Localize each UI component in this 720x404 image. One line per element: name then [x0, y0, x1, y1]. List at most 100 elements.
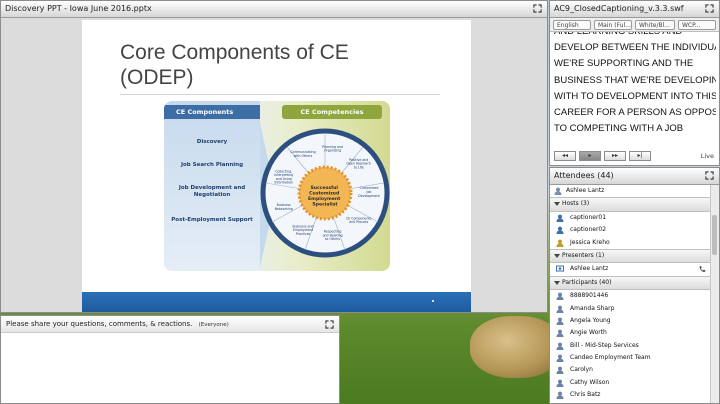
- attendee-name: Jessica Kreho: [570, 238, 610, 246]
- hosts-group-label: Hosts (3): [562, 200, 590, 208]
- presenters-group-header[interactable]: Presenters (1): [550, 248, 711, 264]
- host-user-icon: [556, 226, 564, 235]
- attendees-pod-header: Attendees (44): [550, 168, 719, 185]
- participants-group-label: Participants (40): [562, 278, 612, 286]
- font-select[interactable]: WCP...: [678, 20, 716, 30]
- scrollbar-thumb[interactable]: [712, 215, 717, 255]
- caption-line: TO COMPETING WITH A JOB: [554, 123, 684, 135]
- attendee-row[interactable]: captioner01: [550, 212, 711, 224]
- caption-options-bar: English Main (Ful... White/Bl... WCP...: [550, 18, 719, 32]
- caption-line: BUSINESS THAT WE'RE DEVELOPING: [554, 74, 716, 86]
- attendee-name: Angie Worth: [570, 329, 607, 337]
- attendee-name: Cathy Wilson: [570, 378, 610, 386]
- share-pod: Discovery PPT - Iowa June 2016.pptx Core…: [0, 0, 548, 313]
- attendee-name: Ashlee Lantz: [570, 265, 609, 273]
- caption-line: DEVELOP BETWEEN THE INDIVIDUAL: [554, 42, 716, 54]
- chat-audience[interactable]: (Everyone): [199, 322, 229, 328]
- host-user-icon: [556, 214, 564, 222]
- presenters-group-label: Presenters (1): [562, 251, 605, 259]
- user-icon: [556, 292, 564, 301]
- maximize-icon[interactable]: [705, 171, 714, 180]
- maximize-icon[interactable]: [705, 4, 714, 13]
- component-item: Discovery: [196, 139, 228, 145]
- attendees-count: (44): [597, 171, 614, 180]
- caption-pod-header: AC9_ClosedCaptioning_v.3.3.swf: [550, 1, 719, 18]
- attendees-title: Attendees: [554, 171, 595, 180]
- maximize-icon[interactable]: [533, 4, 542, 13]
- attendee-name: Bill - Mid-Step Services: [570, 341, 639, 349]
- user-icon: [556, 367, 564, 375]
- attendee-row[interactable]: Angela Young: [550, 315, 711, 327]
- competency-label: Respecting and Relating to Others: [323, 230, 343, 242]
- caption-line: CAREER FOR A PERSON AS OPPOSED: [554, 107, 716, 119]
- current-user-row[interactable]: Ashlee Lantz: [550, 185, 711, 197]
- user-icon: [556, 329, 564, 338]
- phone-icon: [699, 266, 706, 273]
- attendee-row[interactable]: Chris Batz: [550, 389, 711, 401]
- jump-to-live-button[interactable]: ▸|: [629, 151, 651, 161]
- competency-label: CE Components and Process: [346, 216, 372, 224]
- fast-forward-button[interactable]: ▸▸: [604, 151, 626, 161]
- maximize-icon[interactable]: [325, 320, 334, 329]
- component-item: Job Development and Negotiation: [178, 185, 246, 198]
- slide-footer-mark: [432, 300, 434, 302]
- collapse-triangle-icon: [554, 202, 560, 207]
- attendee-row[interactable]: Amanda Sharp: [550, 303, 711, 315]
- slide-footer-bar: [82, 292, 471, 312]
- hosts-group-header[interactable]: Hosts (3): [550, 197, 711, 212]
- attendee-row[interactable]: captioner02: [550, 224, 711, 236]
- current-user-name: Ashlee Lantz: [566, 187, 605, 194]
- share-pod-header: Discovery PPT - Iowa June 2016.pptx: [1, 1, 547, 18]
- attendee-scrollbar[interactable]: [710, 185, 719, 403]
- attendee-row[interactable]: Angie Worth: [550, 327, 711, 339]
- competencies-header: CE Competencies: [282, 105, 382, 119]
- chat-prompt: Please share your questions, comments, &…: [6, 320, 193, 328]
- user-icon: [556, 317, 564, 325]
- caption-line: WE'RE SUPPORTING AND THE: [554, 58, 694, 70]
- competency-label: Planning and Organizing: [322, 145, 343, 153]
- user-icon: [554, 187, 562, 195]
- competency-wheel: Successful Customized Employment Special…: [260, 128, 390, 258]
- participants-group-header[interactable]: Participants (40): [550, 275, 711, 291]
- attendee-row[interactable]: 8888901446: [550, 290, 711, 302]
- language-select[interactable]: English: [553, 20, 591, 30]
- collapse-triangle-icon: [554, 280, 560, 285]
- ce-diagram: CE Components CE Competencies Discovery …: [164, 101, 390, 271]
- presenter-user-icon: [556, 265, 564, 272]
- attendee-row[interactable]: Bill - Mid-Step Services: [550, 340, 711, 352]
- user-icon: [556, 391, 564, 400]
- attendee-name: Angela Young: [570, 316, 611, 324]
- attendee-row[interactable]: Cathy Wilson: [550, 377, 711, 389]
- caption-pod-title: AC9_ClosedCaptioning_v.3.3.swf: [554, 4, 684, 13]
- user-icon: [556, 379, 564, 387]
- component-item: Post-Employment Support: [171, 217, 253, 223]
- competency-label: Collecting, Interpreting and Using Informat…: [274, 169, 293, 184]
- attendee-name: Chris Batz: [570, 391, 601, 399]
- chat-pod-header: Please share your questions, comments, &…: [1, 316, 339, 333]
- attendee-row[interactable]: Carolyn: [550, 364, 711, 376]
- caption-controls: ◂◂ ▸ ▸▸ ▸| Live: [550, 149, 719, 163]
- components-header: CE Components: [164, 105, 260, 119]
- play-button[interactable]: ▸: [579, 151, 601, 161]
- caption-pod: AC9_ClosedCaptioning_v.3.3.swf English M…: [549, 0, 720, 166]
- color-scheme-select[interactable]: White/Bl...: [635, 20, 675, 30]
- host-user-icon: [556, 239, 564, 247]
- slide-divider: [120, 94, 440, 95]
- attendee-row[interactable]: Jessica Kreho: [550, 237, 711, 249]
- attendee-name: 8888901446: [570, 292, 609, 300]
- caption-transcript: AND LEARNING SKILLS AND DEVELOP BETWEEN …: [554, 32, 716, 144]
- stream-select[interactable]: Main (Ful...: [594, 20, 632, 30]
- collapse-triangle-icon: [554, 253, 560, 258]
- attendee-name: captioner02: [570, 226, 607, 234]
- attendee-name: Amanda Sharp: [570, 304, 615, 312]
- user-icon: [556, 342, 564, 350]
- presentation-slide: Core Components of CE (ODEP) CE Componen…: [82, 20, 471, 312]
- user-icon: [556, 305, 564, 313]
- share-pod-title: Discovery PPT - Iowa June 2016.pptx: [5, 4, 152, 13]
- rewind-button[interactable]: ◂◂: [554, 151, 576, 161]
- attendee-row[interactable]: Candeo Employment Team: [550, 352, 711, 364]
- competency-label: Communicating with Others: [290, 150, 315, 158]
- live-status: Live: [700, 152, 714, 160]
- caption-line: WITH TO DEVELOPMENT INTO THIS: [554, 90, 716, 102]
- attendee-row[interactable]: Ashlee Lantz: [550, 263, 711, 275]
